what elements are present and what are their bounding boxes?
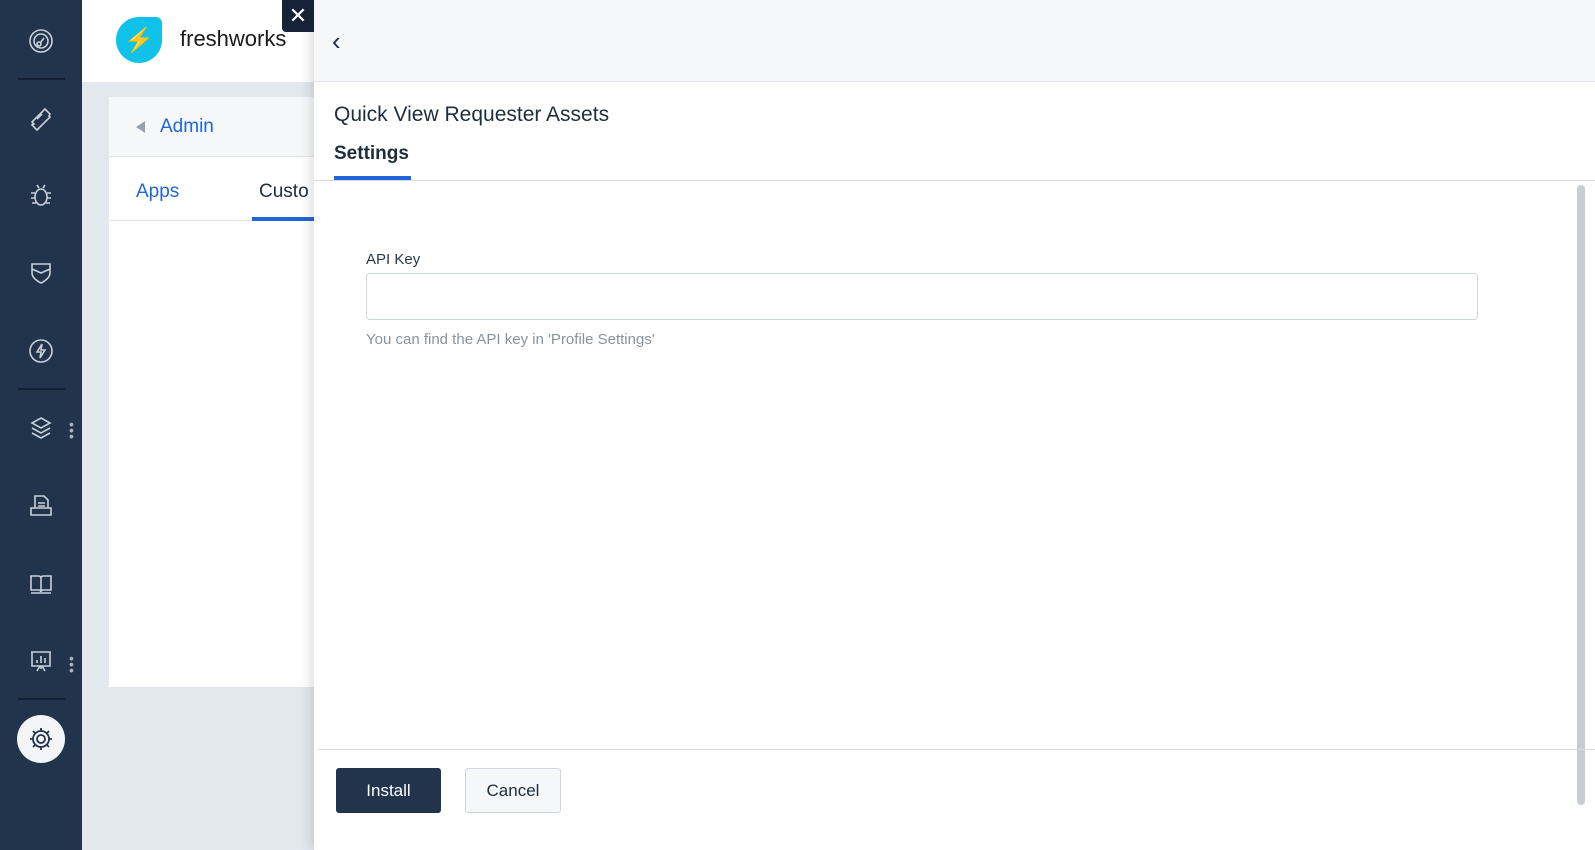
cancel-button[interactable]: Cancel — [465, 768, 561, 813]
reports-icon[interactable] — [24, 644, 58, 678]
gear-icon — [30, 728, 52, 750]
scrollbar[interactable] — [1577, 185, 1585, 805]
ticket-icon[interactable] — [24, 101, 58, 135]
bug-icon[interactable] — [24, 178, 58, 212]
back-arrow-icon[interactable] — [136, 120, 145, 133]
divider — [318, 749, 1595, 750]
close-panel-button[interactable]: ✕ — [282, 0, 314, 32]
tab-apps[interactable]: Apps — [136, 181, 179, 203]
divider — [314, 180, 1595, 181]
dashboard-icon[interactable] — [24, 24, 58, 58]
panel-header: ‹ — [314, 0, 1595, 82]
app-install-panel: ‹ Quick View Requester Assets Settings A… — [314, 0, 1595, 850]
api-key-label: API Key — [366, 251, 421, 268]
more-icon[interactable]: • • • — [69, 417, 74, 443]
admin-settings-button[interactable] — [17, 715, 65, 763]
install-button[interactable]: Install — [336, 768, 441, 813]
divider — [18, 78, 65, 80]
book-icon[interactable] — [24, 567, 58, 601]
tab-settings[interactable]: Settings — [334, 143, 409, 165]
divider — [18, 388, 65, 390]
apps-tabs: Apps Custo — [109, 157, 329, 221]
sidebar: • • • • • • — [0, 0, 82, 850]
active-tab-indicator — [252, 217, 322, 221]
layers-icon[interactable] — [24, 411, 58, 445]
admin-card: Admin Apps Custo — [109, 97, 329, 687]
api-key-hint: You can find the API key in 'Profile Set… — [366, 331, 655, 348]
brand-name: freshworks — [180, 26, 287, 51]
breadcrumb-admin-link[interactable]: Admin — [160, 116, 214, 138]
freshworks-logo: ⚡ — [116, 17, 162, 63]
breadcrumb: Admin — [109, 97, 329, 157]
tab-custom[interactable]: Custo — [259, 181, 309, 203]
lightning-icon[interactable] — [24, 334, 58, 368]
divider — [18, 698, 65, 700]
inbox-document-icon[interactable] — [24, 489, 58, 523]
api-key-input[interactable] — [366, 273, 1478, 320]
shield-icon[interactable] — [24, 256, 58, 290]
back-chevron-icon[interactable]: ‹ — [332, 26, 341, 57]
panel-title: Quick View Requester Assets — [334, 103, 610, 126]
more-icon[interactable]: • • • — [69, 651, 74, 677]
